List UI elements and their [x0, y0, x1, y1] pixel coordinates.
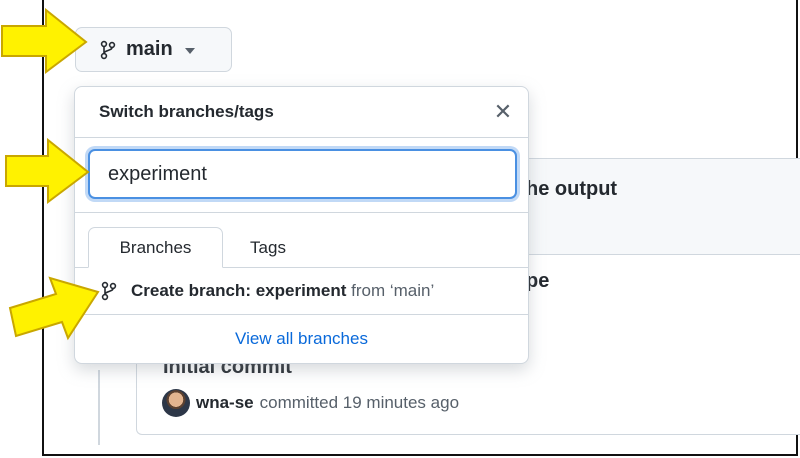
git-branch-icon	[101, 281, 117, 300]
caret-down-icon	[184, 47, 195, 54]
view-all-branches-link[interactable]: View all branches	[75, 315, 528, 363]
arrow-annotation-icon	[1, 8, 88, 74]
tabs-bar: Branches Tags	[75, 212, 528, 268]
dropdown-header: Switch branches/tags	[75, 87, 528, 138]
commit-author[interactable]: wna-se	[196, 393, 254, 413]
arrow-annotation-icon	[8, 276, 100, 341]
branch-search-input[interactable]	[88, 149, 517, 199]
tab-branches[interactable]: Branches	[88, 227, 223, 268]
commit-time: committed 19 minutes ago	[259, 393, 460, 412]
branch-name: main	[126, 38, 173, 60]
commit-message-partial: he output	[526, 178, 618, 200]
create-branch-source: from ‘main’	[351, 280, 435, 300]
avatar[interactable]	[162, 389, 190, 417]
create-branch-label: Create branch: experiment	[131, 280, 347, 300]
branch-dropdown: Switch branches/tags ✕ Branches Tags Cre…	[74, 86, 529, 364]
commit-meta: wna-se committed 19 minutes ago	[162, 389, 459, 417]
tab-tags[interactable]: Tags	[235, 227, 301, 268]
git-branch-icon	[100, 40, 116, 59]
dropdown-title: Switch branches/tags	[99, 102, 274, 121]
branch-select-button[interactable]: main	[75, 27, 232, 72]
timeline-line	[98, 370, 100, 445]
close-icon[interactable]: ✕	[492, 101, 514, 123]
commit-message-partial-2: pe	[526, 270, 550, 292]
create-branch-item[interactable]: Create branch: experiment from ‘main’	[75, 267, 528, 315]
arrow-annotation-icon	[5, 138, 90, 204]
